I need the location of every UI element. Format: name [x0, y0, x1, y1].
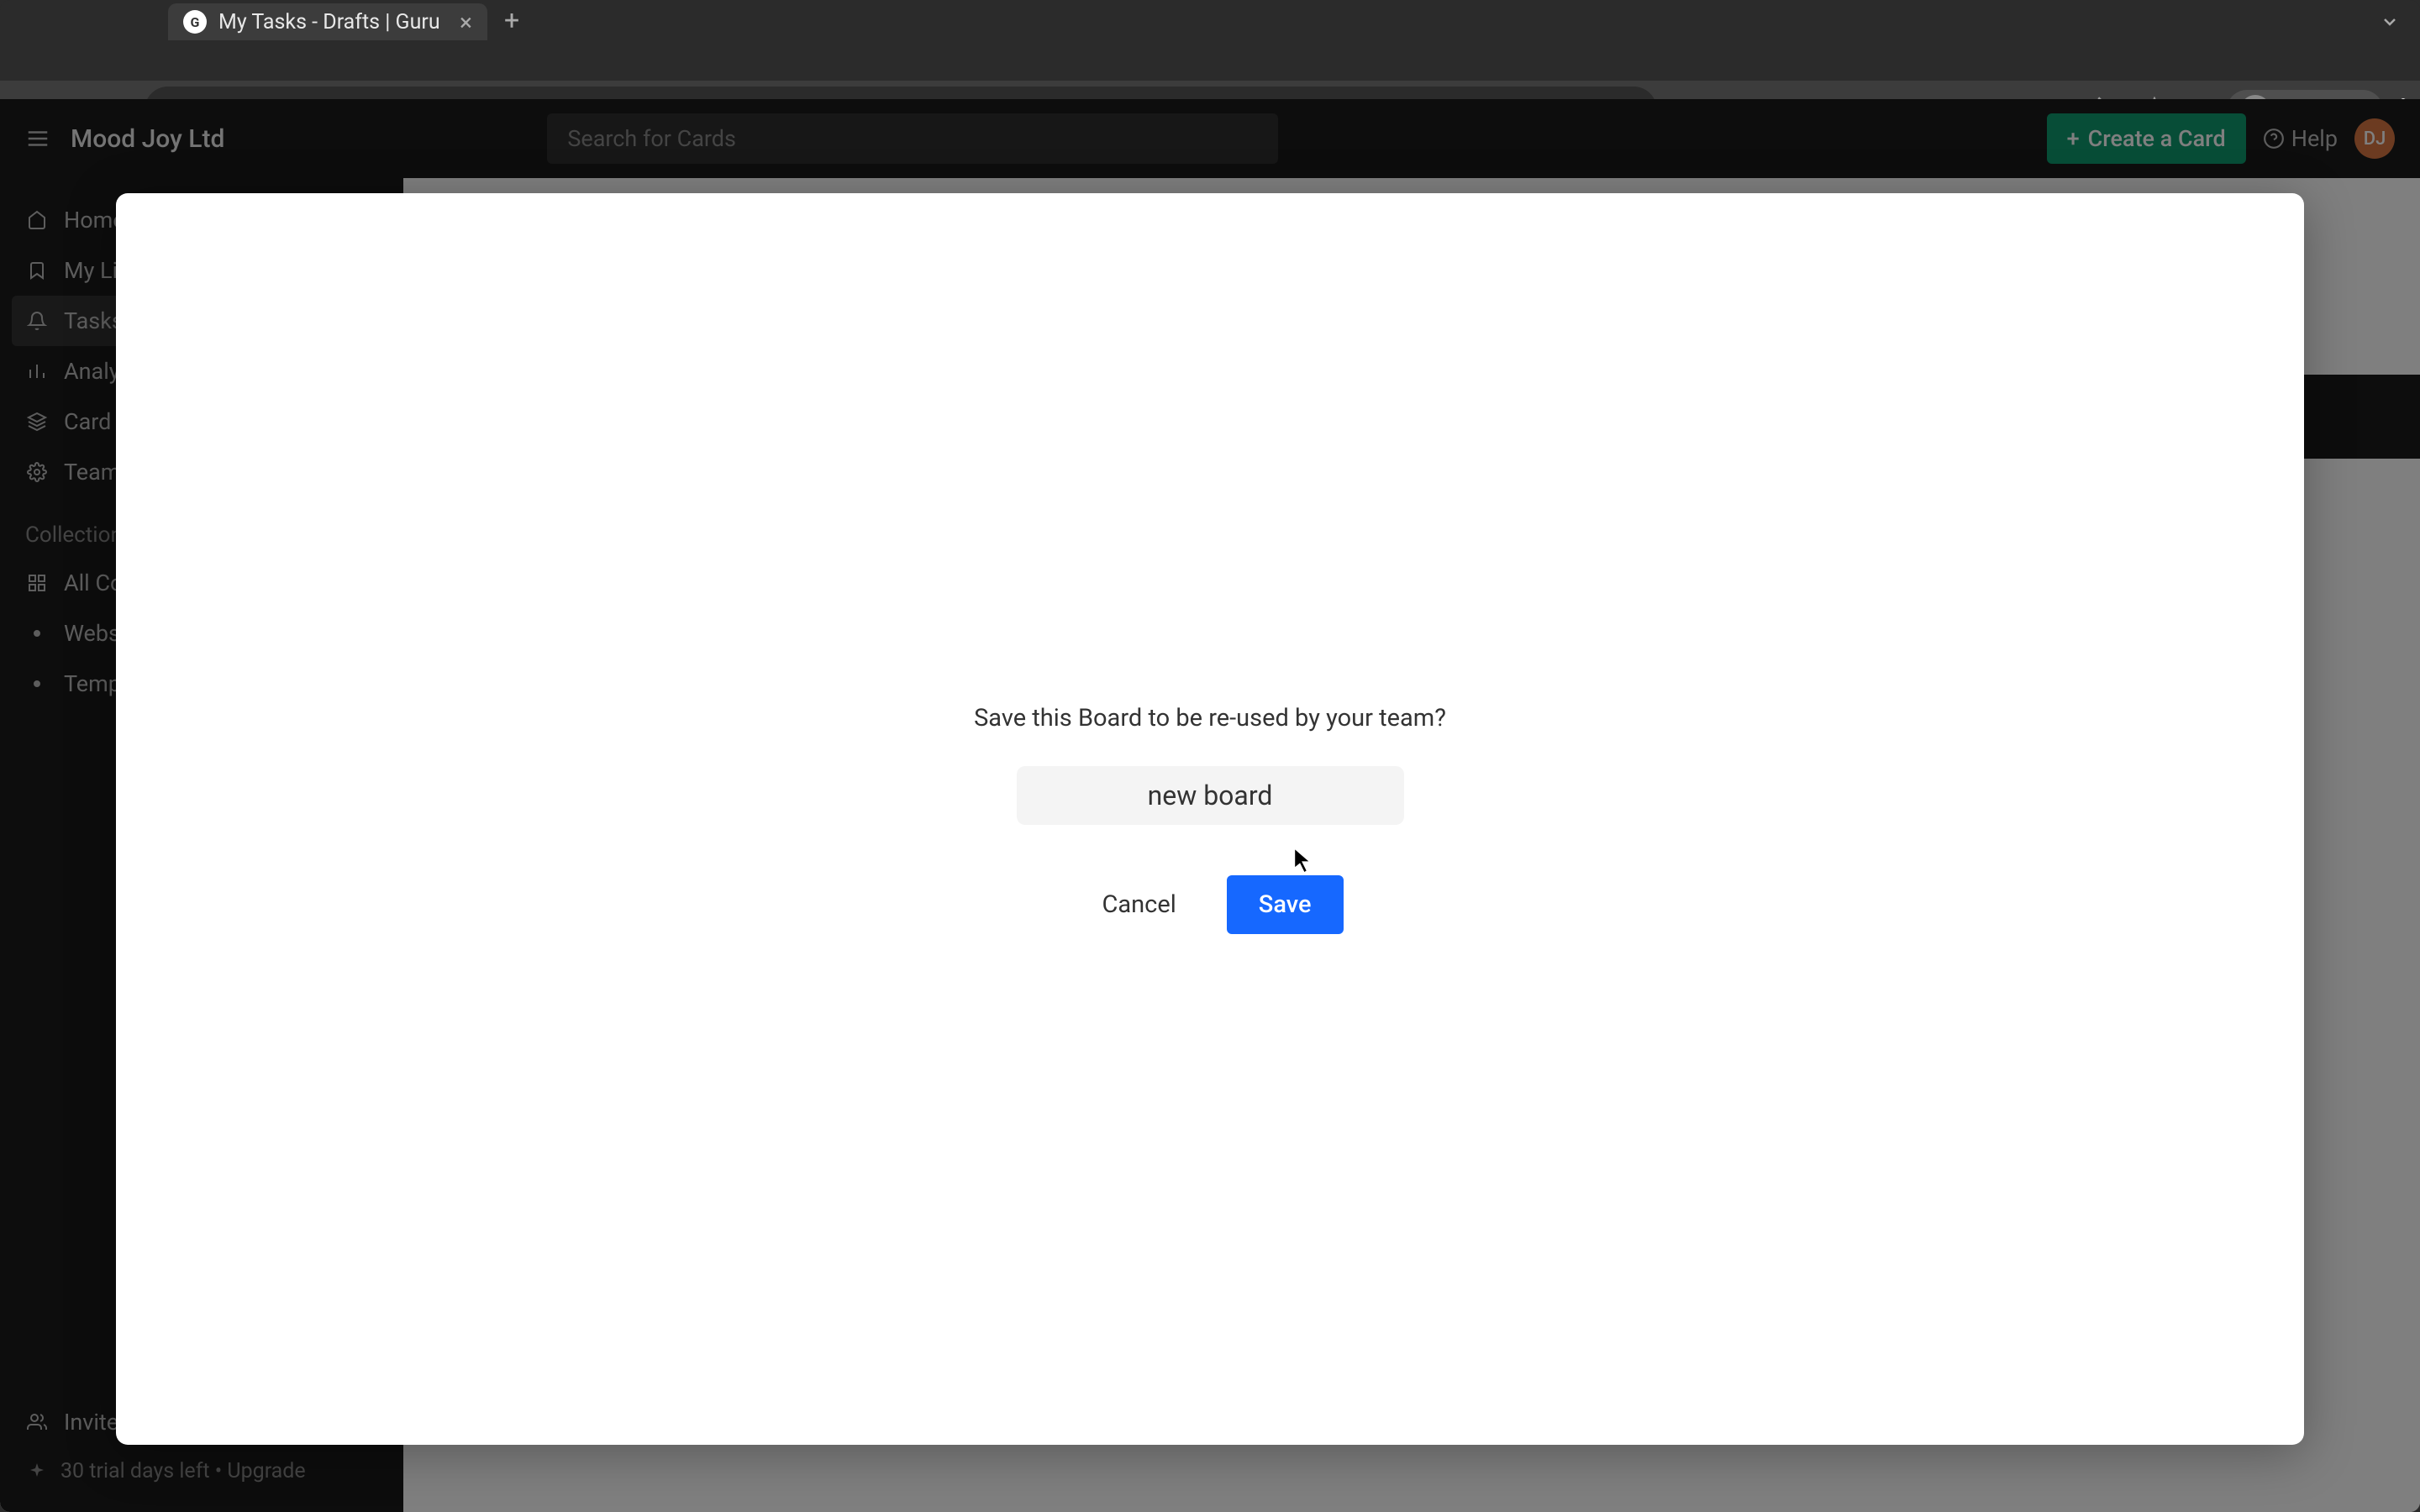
modal-buttons: Cancel Save — [1077, 875, 1344, 934]
browser-window: G My Tasks - Drafts | Guru × + app.getgu… — [0, 0, 2420, 1512]
new-tab-button[interactable]: + — [504, 4, 519, 36]
browser-tab[interactable]: G My Tasks - Drafts | Guru × — [168, 3, 487, 40]
window-dropdown-icon[interactable] — [2380, 12, 2400, 32]
save-board-modal: Save this Board to be re-used by your te… — [116, 193, 2304, 1445]
board-name-input[interactable] — [1017, 766, 1404, 825]
tab-title: My Tasks - Drafts | Guru — [218, 10, 448, 34]
tab-favicon: G — [183, 10, 207, 34]
tab-close-button[interactable]: × — [460, 8, 472, 36]
save-button[interactable]: Save — [1227, 875, 1344, 934]
modal-prompt: Save this Board to be re-used by your te… — [974, 704, 1446, 732]
cancel-button[interactable]: Cancel — [1077, 875, 1202, 934]
tab-strip: G My Tasks - Drafts | Guru × + — [0, 0, 2420, 40]
